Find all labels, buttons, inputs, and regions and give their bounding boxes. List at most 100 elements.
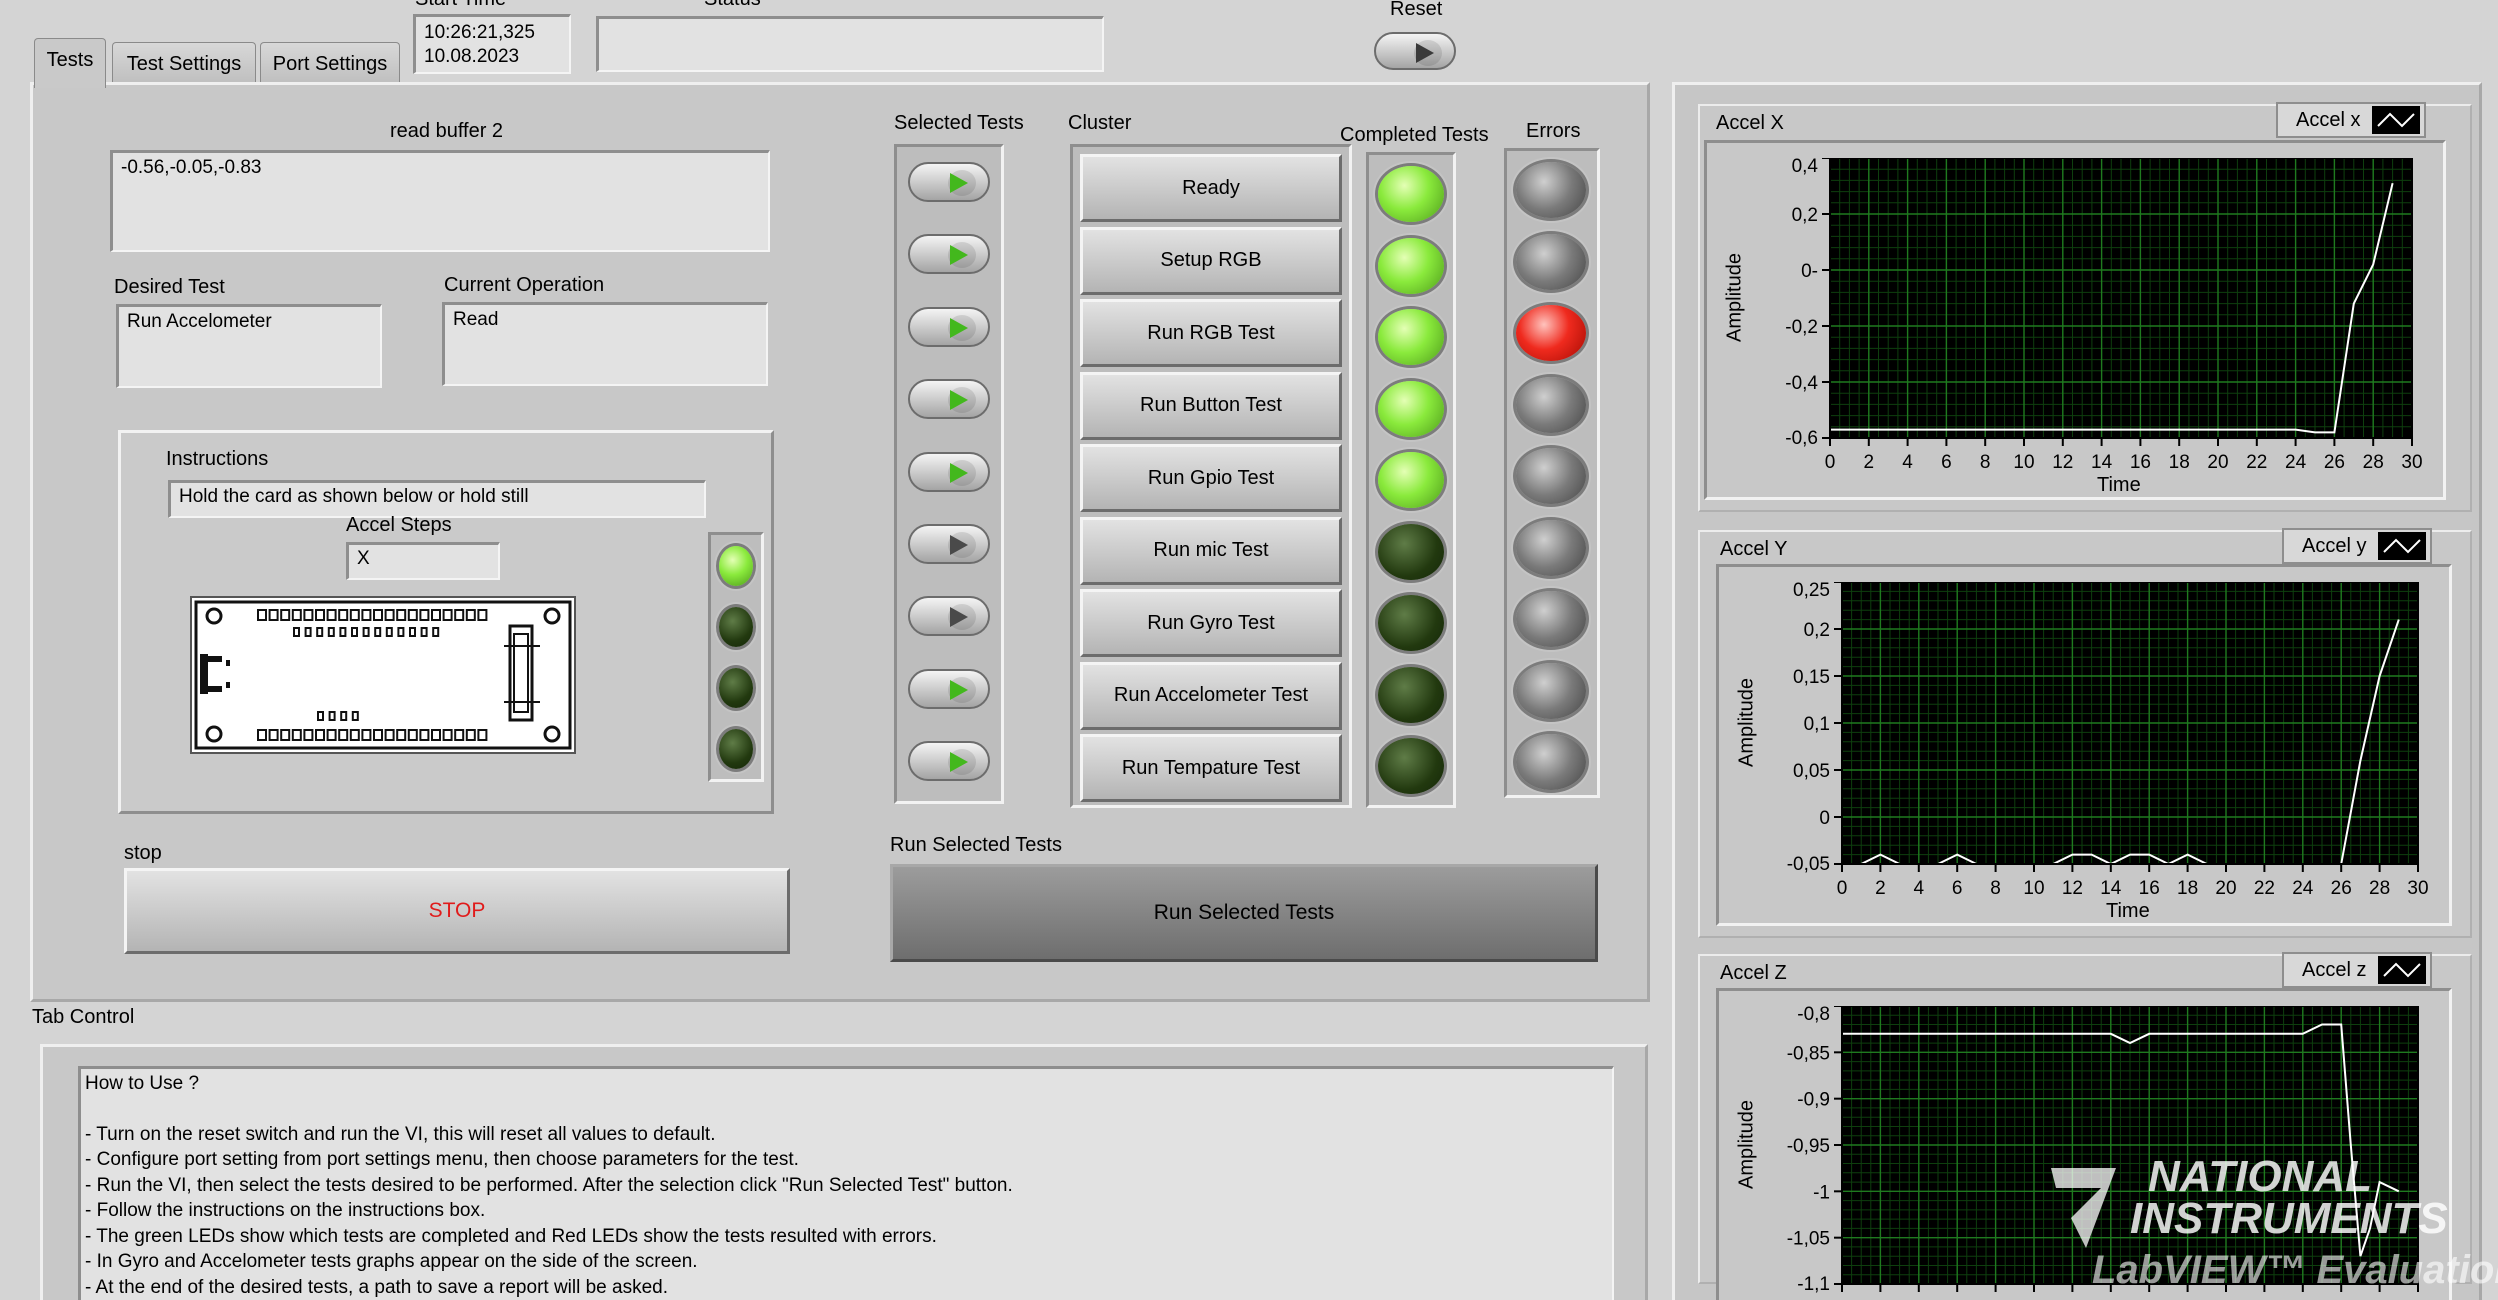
completed-test-led xyxy=(1378,380,1444,437)
y-tick-label: -0,9 xyxy=(1797,1090,1830,1111)
select-test-toggle[interactable] xyxy=(908,162,990,202)
x-tick-label: 20 xyxy=(2207,452,2228,473)
y-tick-label: 0,2 xyxy=(1792,205,1818,226)
x-tick-label: 6 xyxy=(1941,452,1952,473)
start-time-display: 10:26:21,325 10.08.2023 xyxy=(413,14,571,74)
cluster-test-button-label: Ready xyxy=(1182,176,1240,199)
graph-plot: 0,250,20,150,10,050-0,050 2 4 6 8 10 12 14 16 18 2… xyxy=(1787,582,2429,899)
how-to-line: - Configure port setting from port setti… xyxy=(85,1149,799,1170)
y-tick-label: 0,25 xyxy=(1793,582,1830,601)
select-test-toggle[interactable] xyxy=(908,668,990,709)
toggle-arrow-icon xyxy=(950,317,968,338)
completed-test-led xyxy=(1378,309,1444,365)
x-tick-label: 16 xyxy=(2139,878,2160,899)
stop-button[interactable]: STOP xyxy=(124,868,790,954)
error-led xyxy=(1516,162,1586,218)
accel-steps-label: Accel Steps xyxy=(346,514,452,536)
y-tick-label: -1,1 xyxy=(1797,1274,1830,1295)
reset-label: Reset xyxy=(1390,0,1443,20)
x-tick-label: 24 xyxy=(2292,878,2314,899)
run-selected-tests-button[interactable]: Run Selected Tests xyxy=(890,864,1598,962)
start-date-value: 10.08.2023 xyxy=(424,46,520,67)
toggle-arrow-icon xyxy=(950,462,968,483)
y-tick-label: -0,05 xyxy=(1787,854,1830,875)
cluster-test-button[interactable]: Run Gyro Test xyxy=(1080,589,1342,657)
completed-tests-label: Completed Tests xyxy=(1340,124,1489,146)
graph-legend[interactable]: Accel x xyxy=(2276,102,2427,138)
run-selected-tests-label: Run Selected Tests xyxy=(890,834,1062,856)
toggle-arrow-icon xyxy=(950,173,968,193)
toggle-arrow-icon xyxy=(950,245,968,266)
how-to-use-box: How to Use ? - Turn on the reset switch … xyxy=(78,1066,1614,1300)
cluster-test-button[interactable]: Setup RGB xyxy=(1080,226,1342,295)
how-to-line: - Turn on the reset switch and run the V… xyxy=(85,1123,716,1145)
read-buffer-display: -0.56,-0.05,-0.83 xyxy=(110,150,770,252)
select-test-toggle[interactable] xyxy=(908,596,990,637)
x-tick-label: 28 xyxy=(2363,452,2384,473)
cluster-test-button[interactable]: Run Gpio Test xyxy=(1080,444,1342,512)
select-test-toggle[interactable] xyxy=(908,234,990,275)
cluster-test-button[interactable]: Run Tempature Test xyxy=(1080,734,1342,802)
toggle-arrow-icon xyxy=(950,390,968,411)
cluster-test-button[interactable]: Run Accelometer Test xyxy=(1080,661,1342,730)
select-test-toggle[interactable] xyxy=(908,524,990,564)
toggle-arrow-icon xyxy=(950,679,968,700)
y-tick-label: -0,4 xyxy=(1785,373,1818,394)
select-test-toggle[interactable] xyxy=(908,451,990,492)
y-tick-label: -0,6 xyxy=(1785,428,1818,449)
error-led xyxy=(1516,519,1586,576)
error-led xyxy=(1516,305,1586,361)
x-tick-label: 26 xyxy=(2324,452,2345,473)
graph-legend[interactable]: Accel z xyxy=(2282,952,2433,988)
tab-port-settings[interactable]: Port Settings xyxy=(260,42,400,86)
x-tick-label: 14 xyxy=(2100,878,2122,899)
graph-title: Accel Y xyxy=(1720,538,1788,560)
cluster-test-button[interactable]: Run RGB Test xyxy=(1080,299,1342,367)
y-tick-label: 0,1 xyxy=(1804,714,1830,735)
y-tick-label: 0,05 xyxy=(1793,761,1830,782)
toggle-arrow-icon xyxy=(950,535,968,555)
select-test-toggle[interactable] xyxy=(908,379,990,420)
y-tick-label: 0,15 xyxy=(1793,667,1830,688)
x-tick-label: 6 xyxy=(1952,878,1963,899)
completed-test-led xyxy=(1378,595,1444,651)
x-tick-label: 16 xyxy=(2130,452,2151,473)
y-tick-label: 0 xyxy=(1819,808,1830,829)
cluster-test-button-label: Run RGB Test xyxy=(1147,321,1275,344)
y-tick-label: -1,05 xyxy=(1787,1229,1830,1250)
x-tick-label: 0 xyxy=(1825,452,1836,473)
x-tick-label: 2 xyxy=(1875,878,1886,899)
tab-tests[interactable]: Tests xyxy=(34,38,106,88)
y-tick-label: 0,2 xyxy=(1804,620,1830,641)
y-tick-label: 0,4 xyxy=(1792,158,1819,177)
cluster-test-button[interactable]: Ready xyxy=(1080,154,1342,222)
x-tick-label: 14 xyxy=(2091,452,2113,473)
y-tick-label: 0- xyxy=(1801,261,1818,282)
y-tick-label: -0,8 xyxy=(1797,1006,1830,1025)
cluster-test-button[interactable]: Run mic Test xyxy=(1080,516,1342,585)
legend-series-name: Accel y xyxy=(2302,534,2367,557)
how-to-line: - Run the VI, then select the tests desi… xyxy=(85,1174,1013,1196)
graph-plot: 0,40,20--0,2-0,4-0,60 2 4 6 8 10 12 14 16 18 20 22 2… xyxy=(1785,158,2423,473)
instruction-led xyxy=(719,546,753,586)
current-operation-label: Current Operation xyxy=(444,274,605,296)
how-to-line: - At the end of the desired tests, a pat… xyxy=(85,1276,669,1298)
graph-title: Accel Z xyxy=(1720,962,1787,984)
stop-button-label: STOP xyxy=(428,899,486,922)
cluster-test-button-label: Run Tempature Test xyxy=(1121,756,1301,779)
cluster-test-button[interactable]: Run Button Test xyxy=(1080,371,1342,440)
tab-test-settings[interactable]: Test Settings xyxy=(112,42,256,86)
pcb-drawing xyxy=(194,600,572,750)
y-tick-label: -0,2 xyxy=(1785,317,1818,338)
select-test-toggle[interactable] xyxy=(908,741,990,782)
how-to-line: - In Gyro and Accelometer tests graphs a… xyxy=(85,1251,698,1272)
graph-legend[interactable]: Accel y xyxy=(2282,528,2433,564)
cluster-test-button-label: Run Gpio Test xyxy=(1147,466,1275,489)
reset-switch[interactable] xyxy=(1374,32,1456,70)
select-test-toggle[interactable] xyxy=(908,306,990,347)
how-to-title: How to Use ? xyxy=(85,1073,200,1094)
x-tick-label: 8 xyxy=(1990,878,2001,899)
x-tick-label: 0 xyxy=(1837,878,1848,899)
x-tick-label: 18 xyxy=(2169,452,2190,473)
completed-test-led xyxy=(1378,523,1444,580)
